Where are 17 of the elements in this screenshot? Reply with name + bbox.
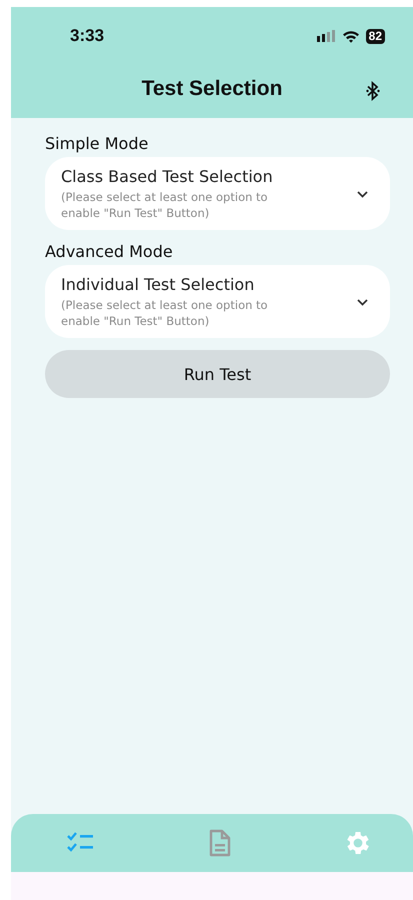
chevron-down-icon xyxy=(357,298,368,306)
signal-icon xyxy=(316,30,336,42)
wifi-icon xyxy=(342,30,360,42)
document-icon[interactable] xyxy=(208,829,232,857)
dropdown-field[interactable]: Individual Test Selection (Please select at least one option to enable "Run Test" Button) xyxy=(45,265,390,338)
bluetooth-icon[interactable] xyxy=(366,81,380,101)
battery-level: 82 xyxy=(366,28,385,44)
dropdown-title: Class Based Test Selection xyxy=(61,167,274,186)
dropdown-field[interactable]: Class Based Test Selection (Please select at least one option to enable "Run Test" Button) xyxy=(45,157,390,230)
chevron-down-icon xyxy=(357,190,368,198)
dropdown-hint: (Please select at least one option to enable "Run Test" Button) xyxy=(61,297,269,330)
status-time: 3:33 xyxy=(70,26,104,46)
section-label: Simple Mode xyxy=(45,134,150,153)
dropdown-hint: (Please select at least one option to enable "Run Test" Button) xyxy=(61,189,269,222)
section-label: Advanced Mode xyxy=(45,242,174,262)
dropdown-title: Individual Test Selection xyxy=(61,275,256,294)
page-title: Test Selection xyxy=(142,77,282,101)
